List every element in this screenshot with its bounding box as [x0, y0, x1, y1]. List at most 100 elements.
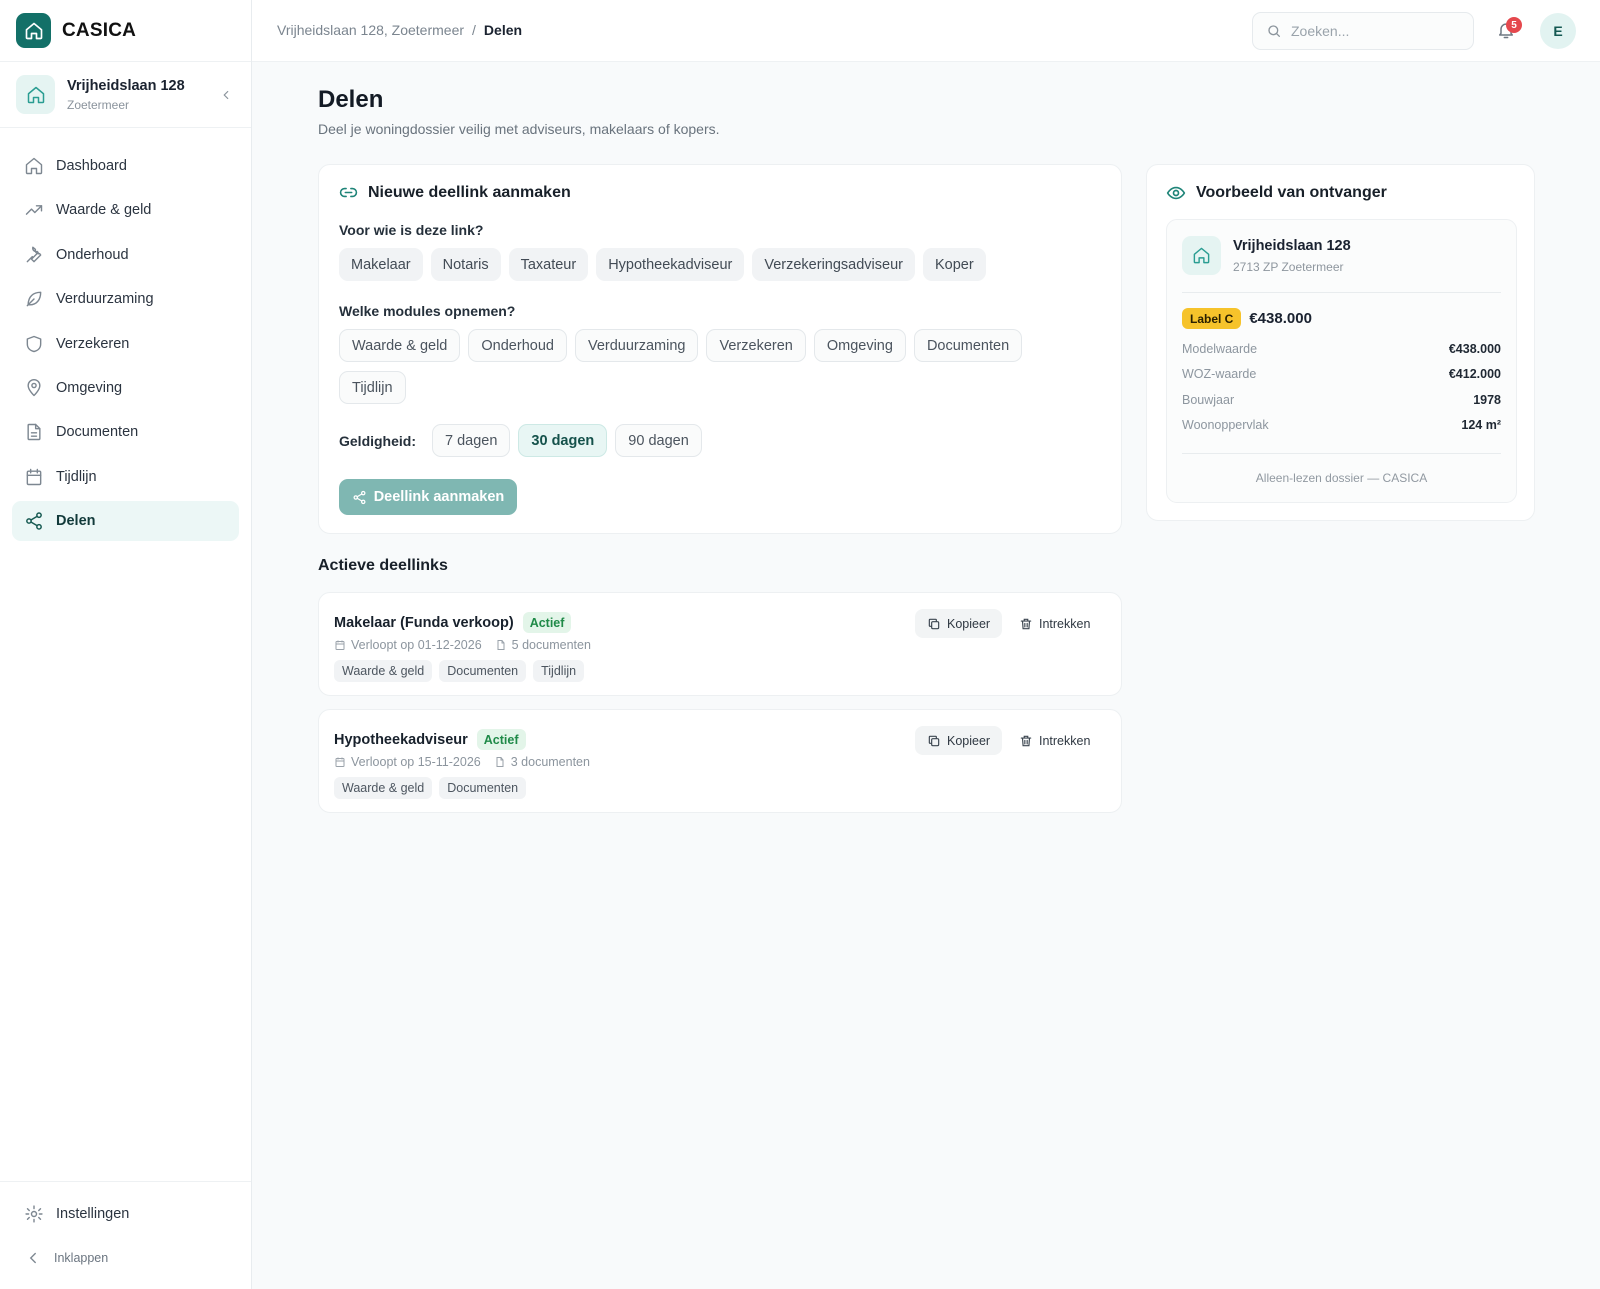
- sidebar-item-delen[interactable]: Delen: [12, 501, 239, 542]
- module-option[interactable]: Verduurzaming: [574, 329, 699, 362]
- map-pin-icon: [24, 378, 44, 398]
- preview-price: €438.000: [1249, 310, 1312, 327]
- search-box[interactable]: [1252, 12, 1474, 50]
- property-name: Vrijheidslaan 128: [67, 77, 185, 94]
- preview-row: Modelwaarde €438.000: [1182, 342, 1501, 356]
- search-icon: [1266, 23, 1282, 39]
- module-option[interactable]: Waarde & geld: [339, 329, 461, 362]
- sidebar-item-label: Waarde & geld: [56, 202, 152, 219]
- validity-option[interactable]: 7 dagen: [432, 424, 511, 457]
- row-key: Bouwjaar: [1182, 393, 1235, 407]
- sidebar-item-verzekeren[interactable]: Verzekeren: [12, 324, 239, 364]
- new-share-link-card: Nieuwe deellink aanmaken Voor wie is dez…: [318, 164, 1122, 534]
- copy-button[interactable]: Kopieer: [915, 726, 1003, 755]
- link-title: Makelaar (Funda verkoop) Actief: [334, 612, 572, 633]
- wrench-icon: [24, 245, 44, 265]
- recipient-option[interactable]: Makelaar: [339, 248, 423, 281]
- collapse-sidebar-button[interactable]: Inklappen: [12, 1238, 239, 1278]
- share-link-item: Hypotheekadviseur Actief Verloopt op 15-…: [318, 709, 1122, 813]
- recipient-option[interactable]: Hypotheekadviseur: [596, 248, 745, 281]
- avatar[interactable]: E: [1540, 13, 1576, 49]
- breadcrumb-parent[interactable]: Vrijheidslaan 128, Zoetermeer: [277, 22, 464, 38]
- sidebar-item-documenten[interactable]: Documenten: [12, 412, 239, 452]
- gear-icon: [24, 1204, 44, 1224]
- copy-button[interactable]: Kopieer: [915, 609, 1003, 638]
- recipient-option[interactable]: Verzekeringsadviseur: [752, 248, 915, 281]
- copy-label: Kopieer: [947, 733, 991, 748]
- row-key: Modelwaarde: [1182, 342, 1258, 356]
- module-option[interactable]: Documenten: [913, 329, 1023, 362]
- chevron-left-icon: [24, 1249, 42, 1267]
- sidebar: CASICA Vrijheidslaan 128 Zoetermeer Dash…: [0, 0, 252, 1289]
- breadcrumb: Vrijheidslaan 128, Zoetermeer / Delen: [277, 22, 522, 38]
- sidebar-item-label: Documenten: [56, 424, 139, 441]
- breadcrumb-current: Delen: [483, 22, 523, 38]
- notification-count-badge: 5: [1506, 17, 1522, 33]
- module-option[interactable]: Omgeving: [813, 329, 906, 362]
- file-icon: [24, 422, 44, 442]
- module-option[interactable]: Tijdlijn: [339, 371, 406, 404]
- revoke-button[interactable]: Intrekken: [1009, 726, 1100, 755]
- status-badge: Actief: [476, 729, 526, 750]
- module-option[interactable]: Onderhoud: [468, 329, 567, 362]
- module-option[interactable]: Verzekeren: [706, 329, 806, 362]
- sidebar-item-onderhoud[interactable]: Onderhoud: [12, 235, 239, 275]
- module-tag: Documenten: [439, 777, 527, 799]
- validity-option[interactable]: 90 dagen: [615, 424, 702, 457]
- link-title: Hypotheekadviseur Actief: [334, 729, 526, 750]
- recipient-option[interactable]: Notaris: [430, 248, 501, 281]
- divider: [1182, 292, 1501, 293]
- trending-up-icon: [24, 200, 44, 220]
- revoke-label: Intrekken: [1039, 616, 1091, 631]
- link-name: Makelaar (Funda verkoop): [334, 614, 514, 631]
- sidebar-item-waarde[interactable]: Waarde & geld: [12, 190, 239, 230]
- preview-postcode: 2713 ZP Zoetermeer: [1233, 260, 1344, 274]
- sidebar-item-label: Tijdlijn: [56, 468, 97, 485]
- sidebar-item-label: Verzekeren: [56, 335, 130, 352]
- calendar-icon: [24, 467, 44, 487]
- breadcrumb-separator: /: [472, 22, 476, 38]
- divider: [1182, 453, 1501, 454]
- trash-icon: [1019, 617, 1033, 631]
- recipient-option[interactable]: Koper: [922, 248, 986, 281]
- share-link-item: Makelaar (Funda verkoop) Actief Verloopt…: [318, 592, 1122, 696]
- sidebar-item-label: Onderhoud: [56, 246, 129, 263]
- recipient-option[interactable]: Taxateur: [508, 248, 589, 281]
- link-name: Hypotheekadviseur: [334, 731, 468, 748]
- calendar-icon: [334, 756, 346, 768]
- revoke-button[interactable]: Intrekken: [1009, 609, 1100, 638]
- sidebar-item-dashboard[interactable]: Dashboard: [12, 146, 239, 186]
- sidebar-item-omgeving[interactable]: Omgeving: [12, 368, 239, 408]
- status-badge: Actief: [522, 612, 572, 633]
- row-value: €412.000: [1448, 367, 1501, 381]
- sidebar-item-label: Omgeving: [56, 379, 123, 396]
- recipient-label: Voor wie is deze link?: [339, 222, 484, 238]
- row-key: Woonoppervlak: [1182, 418, 1269, 432]
- sidebar-item-label: Delen: [56, 513, 96, 530]
- sidebar-item-tijdlijn[interactable]: Tijdlijn: [12, 457, 239, 497]
- share-icon: [352, 490, 367, 505]
- property-city: Zoetermeer: [67, 97, 130, 112]
- module-tag: Waarde & geld: [334, 660, 433, 682]
- card-title: Voorbeeld van ontvanger: [1166, 183, 1387, 203]
- sidebar-footer: Instellingen Inklappen: [0, 1181, 251, 1289]
- notifications-button[interactable]: 5: [1496, 17, 1522, 40]
- row-key: WOZ-waarde: [1182, 367, 1257, 381]
- link-icon: [339, 183, 358, 202]
- property-switcher[interactable]: Vrijheidslaan 128 Zoetermeer: [0, 62, 251, 128]
- copy-label: Kopieer: [947, 616, 991, 631]
- validity-option-selected[interactable]: 30 dagen: [518, 424, 608, 457]
- create-link-button[interactable]: Deellink aanmaken: [339, 479, 517, 515]
- card-title-text: Voorbeeld van ontvanger: [1196, 184, 1387, 201]
- validity-group: Geldigheid: 7 dagen 30 dagen 90 dagen: [339, 424, 702, 457]
- active-links-title: Actieve deellinks: [318, 557, 448, 574]
- chevron-left-icon[interactable]: [219, 88, 233, 102]
- brand[interactable]: CASICA: [0, 0, 251, 62]
- file-icon: [494, 756, 506, 768]
- brand-name: CASICA: [62, 19, 137, 41]
- search-input[interactable]: [1291, 23, 1451, 39]
- sidebar-item-verduurzaming[interactable]: Verduurzaming: [12, 279, 239, 319]
- sidebar-item-settings[interactable]: Instellingen: [12, 1194, 239, 1234]
- link-modules: Waarde & geld Documenten Tijdlijn: [334, 660, 585, 682]
- energy-label-badge: Label C: [1182, 308, 1242, 329]
